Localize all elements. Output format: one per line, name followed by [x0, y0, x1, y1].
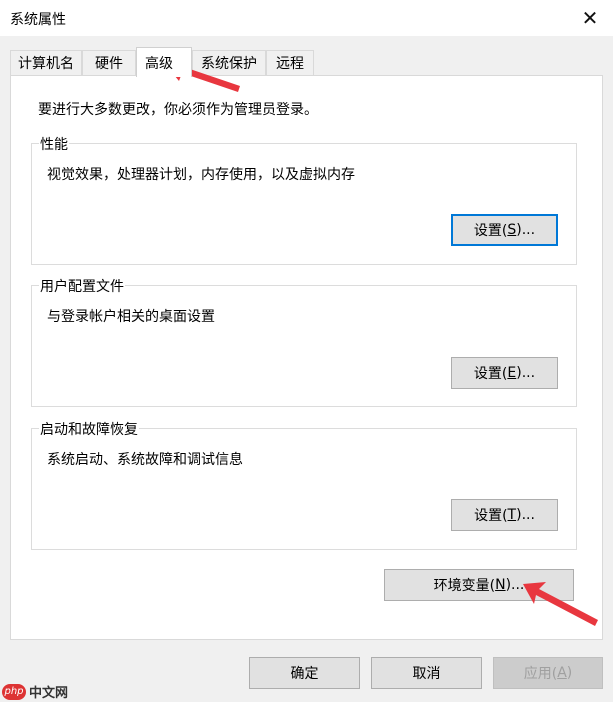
tab-label: 硬件	[95, 56, 123, 72]
annotation-arrow-env	[523, 582, 598, 626]
tab-label: 远程	[276, 56, 304, 72]
access-key: T	[507, 507, 517, 523]
button-label: 设置(	[474, 508, 508, 524]
button-label: )...	[516, 507, 535, 523]
access-key: S	[507, 222, 517, 238]
button-label: 取消	[412, 666, 441, 682]
startup-recovery-description: 系统启动、系统故障和调试信息	[47, 452, 243, 468]
watermark: php 中文网	[2, 682, 68, 701]
button-label: 应用(	[523, 666, 558, 682]
performance-group: 性能 视觉效果，处理器计划，内存使用，以及虚拟内存 设置(S)...	[31, 134, 577, 265]
user-profiles-description: 与登录帐户相关的桌面设置	[47, 309, 215, 325]
apply-button[interactable]: 应用(A)	[493, 657, 603, 689]
advanced-tab-panel: 要进行大多数更改，你必须作为管理员登录。 性能 视觉效果，处理器计划，内存使用，…	[10, 75, 603, 640]
close-icon[interactable]: ✕	[567, 0, 613, 36]
performance-settings-button[interactable]: 设置(S)...	[451, 214, 558, 246]
startup-recovery-settings-button[interactable]: 设置(T)...	[451, 499, 558, 531]
tab-hardware[interactable]: 硬件	[82, 50, 136, 75]
performance-title: 性能	[39, 134, 69, 154]
button-label: )	[566, 665, 573, 681]
access-key: E	[507, 365, 517, 381]
startup-recovery-title: 启动和故障恢复	[39, 419, 139, 439]
user-profiles-title: 用户配置文件	[39, 276, 125, 296]
watermark-logo: php	[2, 683, 26, 700]
watermark-text: 中文网	[29, 686, 69, 701]
button-label: 设置(	[473, 366, 508, 382]
button-label: 环境变量(	[433, 578, 496, 594]
admin-note: 要进行大多数更改，你必须作为管理员登录。	[38, 102, 318, 118]
user-profiles-settings-button[interactable]: 设置(E)...	[451, 357, 558, 389]
button-label: )...	[516, 222, 536, 238]
ok-button[interactable]: 确定	[249, 657, 360, 689]
button-label: )...	[516, 365, 536, 381]
title-bar: 系统属性 ✕	[0, 0, 613, 36]
cancel-button[interactable]: 取消	[371, 657, 482, 689]
tab-computer-name[interactable]: 计算机名	[10, 50, 82, 75]
tab-remote[interactable]: 远程	[266, 50, 314, 75]
tab-label: 计算机名	[18, 56, 74, 72]
user-profiles-group: 用户配置文件 与登录帐户相关的桌面设置 设置(E)...	[31, 276, 577, 407]
tab-label: 高级	[145, 55, 173, 72]
startup-recovery-group: 启动和故障恢复 系统启动、系统故障和调试信息 设置(T)...	[31, 419, 577, 550]
button-label: 设置(	[473, 223, 508, 239]
access-key: A	[557, 665, 567, 681]
performance-description: 视觉效果，处理器计划，内存使用，以及虚拟内存	[47, 167, 355, 183]
window-title: 系统属性	[10, 12, 66, 28]
access-key: N	[495, 577, 506, 593]
button-label: 确定	[290, 666, 319, 682]
tab-advanced[interactable]: 高级	[136, 47, 192, 77]
tab-strip: 计算机名 硬件 高级 系统保护 远程	[10, 47, 610, 77]
